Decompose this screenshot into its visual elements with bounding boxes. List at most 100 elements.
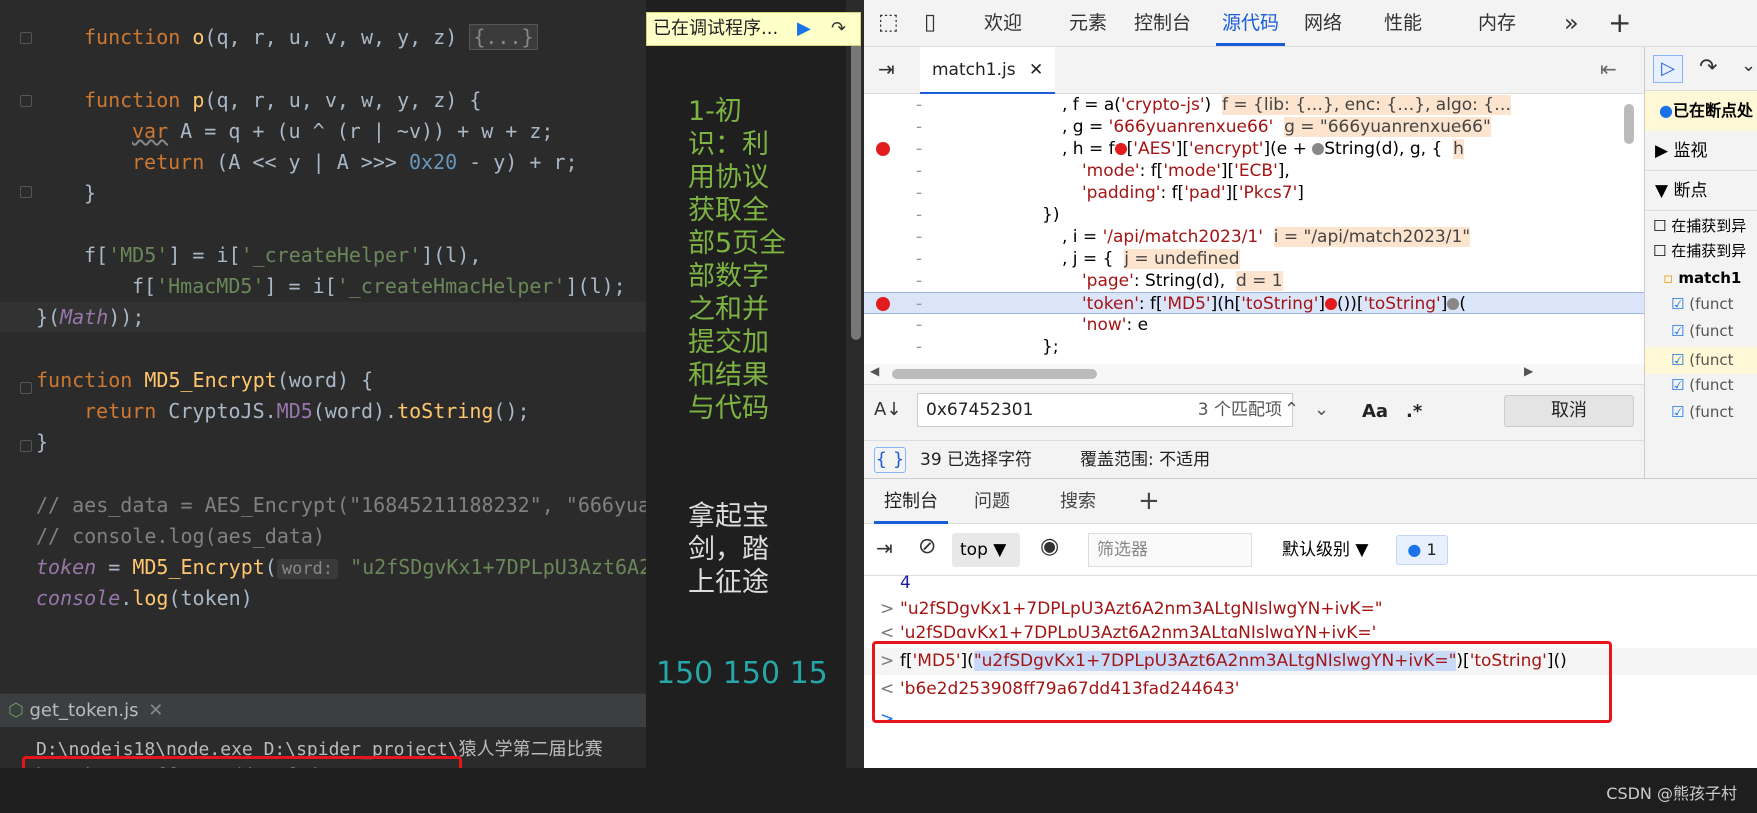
pause-caught-checkbox[interactable]: ☐ 在捕获到异 [1653,215,1746,236]
tab-elements[interactable]: 元素 [1069,0,1107,46]
scroll-right-icon[interactable]: ▶ [1524,364,1533,378]
prev-match-icon[interactable]: ⌃ [1284,399,1299,420]
ide-window: function o(q, r, u, v, w, y, z) {...} fu… [0,0,646,813]
drawer-tab-console[interactable]: 控制台 [874,479,948,524]
breakpoint-item[interactable]: ☑ (funct [1671,403,1734,421]
close-icon[interactable]: ✕ [148,700,163,721]
step-over-icon[interactable]: ↷ [831,13,846,45]
breakpoint-marker[interactable] [876,297,890,311]
message-icon: ● [1407,540,1422,559]
breakpoint-item[interactable]: ☑ (funct [1671,376,1734,394]
scrollbar-thumb[interactable] [892,369,1097,379]
dropdown-arrow-icon: ▼ [993,540,1007,560]
breakpoint-item[interactable]: ☑ (funct [1671,322,1734,340]
tab-welcome[interactable]: 欢迎 [984,0,1022,46]
param-hint: word: [276,559,339,579]
source-line: -, f = a('crypto-js') f = {lib: {…}, enc… [916,95,1512,115]
tab-console[interactable]: 控制台 [1134,0,1191,46]
add-drawer-tab-icon[interactable]: + [1138,479,1160,524]
breakpoint-marker[interactable] [876,142,890,156]
horizontal-scrollbar[interactable]: ◀ ▶ [864,364,1644,384]
file-tab-match1[interactable]: match1.js ✕ [920,47,1056,94]
code-line: token = MD5_Encrypt(word: "u2fSDgvKx1+7D… [36,555,646,579]
resume-icon[interactable]: ▷ [1653,55,1683,83]
issues-badge[interactable]: ● 1 [1396,535,1448,565]
watermark: CSDN @熊孩子村 [1606,784,1737,803]
source-line: -, h = f ['AES']['encrypt'](e + String(d)… [864,138,1644,160]
device-toggle-icon[interactable]: ▯ [924,0,936,46]
code-line: f['MD5'] = i['_createHelper'](l), [84,243,482,267]
search-input[interactable]: 0x67452301 3 个匹配项 [917,393,1293,427]
cancel-search-button[interactable]: 取消 [1504,395,1634,427]
run-tab[interactable]: ⬡ get_token.js ✕ [8,698,163,724]
toggle-debugger-icon[interactable]: ⇤ [1600,57,1617,81]
banner-text: 已在调试程序... [653,18,779,39]
pause-uncaught-checkbox[interactable]: ☐ 在捕获到异 [1653,240,1746,261]
live-expression-icon[interactable]: ◉ [1040,534,1059,559]
toggle-navigator-icon[interactable]: ⇥ [878,57,895,81]
console-filter-input[interactable]: 筛选器 [1088,533,1252,567]
watch-section[interactable]: ▶ 监视 [1645,131,1757,171]
clear-console-icon[interactable]: ⊘ [918,534,936,559]
debugger-sidebar: ▷ ↷ ⌄ ●已在断点处 ▶ 监视 ▼ 断点 ☐ 在捕获到异 ☐ 在捕获到异 ▫… [1644,47,1757,478]
console-line: <'u2fSDgvKx1+7DPLpU3Azt6A2nm3ALtgNIslwgY… [880,623,1377,638]
highlight-box [872,641,1612,723]
next-match-icon[interactable]: ⌄ [1314,399,1329,420]
more-tabs-icon[interactable]: » [1564,0,1579,46]
code-line: } [84,181,97,205]
match-case-button[interactable]: Aa [1362,401,1388,422]
source-file-tabs: ⇥ match1.js ✕ ⇤ [864,47,1644,94]
folded-block[interactable]: {...} [469,24,538,50]
log-level-dropdown[interactable]: 默认级别 ▼ [1282,533,1368,567]
breakpoint-item-active[interactable]: ☑ (funct [1645,347,1757,374]
tab-sources[interactable]: 源代码 [1216,0,1286,46]
tab-performance[interactable]: 性能 [1384,0,1422,46]
source-line: -}; [916,337,1059,357]
regex-button[interactable]: .* [1406,401,1422,422]
footer-bar: CSDN @熊孩子村 [0,768,1757,813]
debugger-paused-banner: 已在调试程序... ▶ ↷ [646,12,861,46]
step-into-icon[interactable]: ⌄ [1741,55,1756,76]
code-line: function p(q, r, u, v, w, y, z) { [84,88,482,112]
source-line: -'page': String(d), d = 1 [916,271,1283,291]
page-scrollbar[interactable] [848,30,864,768]
code-line: } [36,430,49,454]
drawer-tabs: 控制台 问题 搜索 + [864,478,1757,524]
breakpoint-item[interactable]: ☑ (funct [1671,295,1734,313]
source-line: -, i = '/api/match2023/1' i = "/api/matc… [916,227,1471,247]
code-line: // console.log(aes_data) [36,524,325,548]
step-over-icon[interactable]: ↷ [1699,55,1717,80]
resume-icon[interactable]: ▶ [797,13,811,45]
breakpoints-section[interactable]: ▼ 断点 [1645,171,1757,211]
file-tab-label: match1.js [932,60,1016,80]
add-tab-icon[interactable]: + [1608,0,1631,46]
code-line: var A = q + (u ^ (r | ~v)) + w + z; [132,119,554,143]
context-selector[interactable]: top ▼ [952,533,1020,567]
slogan: 拿起宝剑，踏上征途 [688,501,769,598]
code-line: function o(q, r, u, v, w, y, z) {...} [0,22,646,52]
pretty-print-icon[interactable]: { } [874,447,906,473]
vertical-scrollbar-thumb[interactable] [1624,104,1634,144]
code-editor[interactable]: function o(q, r, u, v, w, y, z) {...} fu… [0,0,646,655]
devtools-tabbar: ⬚ ▯ 欢迎 元素 控制台 源代码 网络 性能 内存 » + [864,0,1757,47]
source-editor[interactable]: -, f = a('crypto-js') f = {lib: {…}, enc… [864,94,1644,364]
drawer-tab-search[interactable]: 搜索 [1060,479,1096,524]
source-line: -, j = { j = undefined [916,249,1240,269]
replace-toggle-icon[interactable]: A↓ [874,399,901,420]
tab-network[interactable]: 网络 [1304,0,1342,46]
console-sidebar-icon[interactable]: ⇥ [876,536,893,560]
code-line-current: }(Math)); [0,302,646,332]
inspect-icon[interactable]: ⬚ [878,0,899,46]
scroll-left-icon[interactable]: ◀ [870,364,879,378]
coverage-status: 覆盖范围: 不适用 [1080,450,1211,470]
source-line: -'mode': f['mode']['ECB'], [916,161,1290,181]
breakpoint-file[interactable]: ▫ match1 [1663,269,1741,287]
source-line: -, g = '666yuanrenxue66' g = "666yuanren… [916,117,1491,137]
close-icon[interactable]: ✕ [1029,60,1043,80]
console-line: > "u2fSDgvKx1+7DPLpU3Azt6A2nm3ALtgNIslwgY… [880,599,1383,619]
source-status-bar: { } 39 已选择字符 覆盖范围: 不适用 [864,440,1644,478]
scrollbar-thumb[interactable] [851,30,861,340]
drawer-tab-issues[interactable]: 问题 [974,479,1010,524]
code-line: return (A << y | A >>> 0x20 - y) + r; [132,150,578,174]
tab-memory[interactable]: 内存 [1478,0,1516,46]
